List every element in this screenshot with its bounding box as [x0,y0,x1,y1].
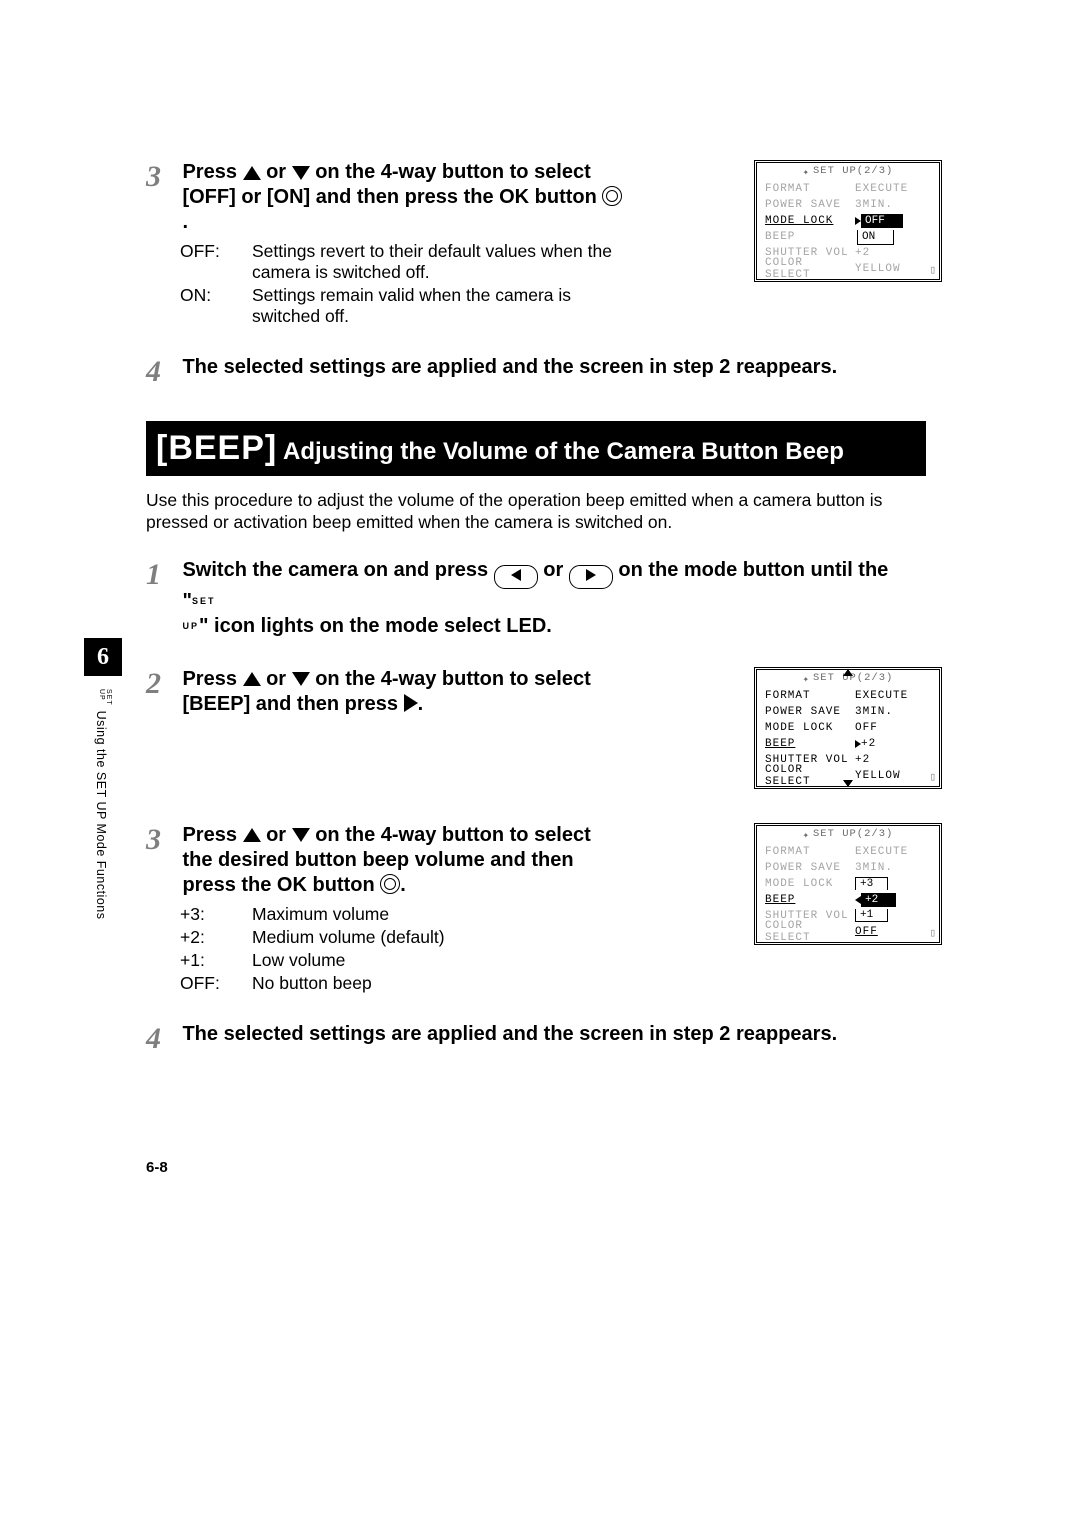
lcd-screenshot-modelock: ✦SET UP(2/3) FORMATEXECUTE POWER SAVE3MI… [754,160,942,282]
lcd-down-arrow-icon [843,780,853,787]
step-text: Press or on the 4-way button to select [… [182,160,622,235]
step-number: 3 [146,823,178,857]
def-key: +3: [180,904,252,925]
page: 6 SETUP Using the SET UP Mode Functions … [0,0,1080,1526]
side-vertical-text: SETUP Using the SET UP Mode Functions [94,690,112,920]
step-number: 2 [146,667,178,701]
step-text: Switch the camera on and press or on the… [182,558,900,639]
memory-card-icon: ▯ [929,263,936,277]
modelock-step-3: 3 Press or on the 4-way button to select… [146,160,926,327]
beep-step-1: 1 Switch the camera on and press or on t… [146,558,926,639]
down-triangle-icon [292,828,310,842]
step-number: 4 [146,355,178,389]
step-text: The selected settings are applied and th… [182,355,900,380]
def-key: +2: [180,927,252,948]
section-intro: Use this procedure to adjust the volume … [146,490,926,534]
def-val: Settings revert to their default values … [252,241,622,283]
up-triangle-icon [243,166,261,180]
page-number: 6-8 [146,1159,168,1176]
up-triangle-icon [243,672,261,686]
step-text: Press or on the 4-way button to select t… [182,823,622,898]
lcd-screenshot-beep-select: ✦SET UP(2/3) FORMATEXECUTE POWER SAVE3MI… [754,667,942,789]
lcd-up-arrow-icon [843,669,853,676]
mode-left-button-icon [494,565,538,589]
ok-button-icon [380,874,400,894]
down-triangle-icon [292,672,310,686]
def-key: ON: [180,285,252,327]
def-key: OFF: [180,973,252,994]
def-val: No button beep [252,973,892,994]
beep-step-2: 2 Press or on the 4-way button to select… [146,667,926,795]
memory-card-icon: ▯ [929,770,936,784]
def-key: OFF: [180,241,252,283]
def-key: +1: [180,950,252,971]
down-triangle-icon [292,166,310,180]
mode-right-button-icon [569,565,613,589]
step-number: 3 [146,160,178,194]
lcd-screenshot-beep-volume: ✦SET UP(2/3) FORMATEXECUTE POWER SAVE3MI… [754,823,942,945]
up-triangle-icon [243,828,261,842]
step-number: 4 [146,1022,178,1056]
section-heading-beep: [BEEP] Adjusting the Volume of the Camer… [146,421,926,476]
step-text: The selected settings are applied and th… [182,1022,900,1047]
modelock-step-4: 4 The selected settings are applied and … [146,355,926,389]
chapter-tab: 6 [84,638,122,676]
right-triangle-icon [404,694,418,712]
step-number: 1 [146,558,178,592]
step-text: Press or on the 4-way button to select [… [182,667,622,717]
memory-card-icon: ▯ [929,926,936,940]
def-val: Settings remain valid when the camera is… [252,285,622,327]
beep-step-3: 3 Press or on the 4-way button to select… [146,823,926,994]
ok-button-icon [602,186,622,206]
beep-step-4: 4 The selected settings are applied and … [146,1022,926,1056]
def-val: Low volume [252,950,892,971]
